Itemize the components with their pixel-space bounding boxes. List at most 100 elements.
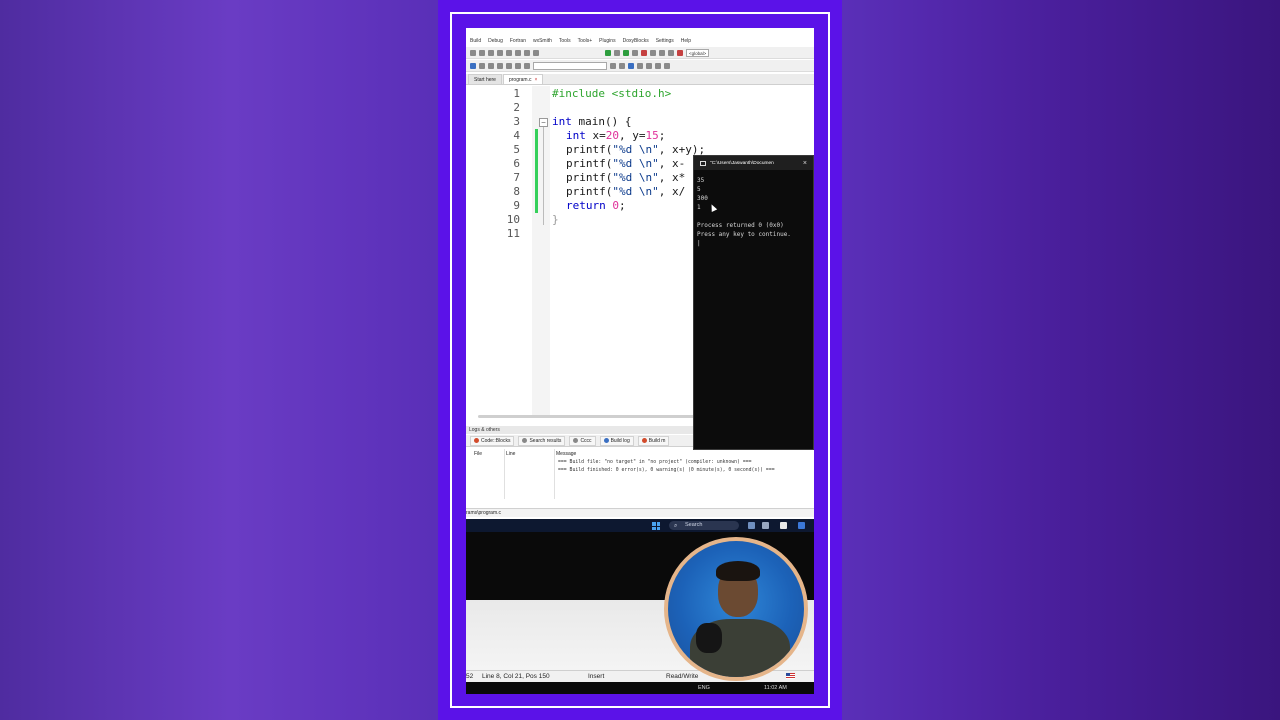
codeblocks-icon bbox=[474, 438, 479, 443]
jump-icon[interactable] bbox=[524, 62, 530, 69]
taskbar-app-icon[interactable] bbox=[798, 522, 805, 529]
uncomment-icon[interactable] bbox=[479, 62, 485, 69]
taskbar-app-icon[interactable] bbox=[748, 522, 755, 529]
tab-build-log[interactable]: Build log bbox=[599, 435, 634, 446]
hammer-icon bbox=[641, 438, 647, 443]
scope-select[interactable]: <global> bbox=[686, 48, 710, 57]
menu-tools-plus[interactable]: Tools+ bbox=[578, 38, 593, 44]
line-number: 7 bbox=[513, 171, 520, 184]
menu-help[interactable]: Help bbox=[681, 38, 691, 44]
line-number: 10 bbox=[506, 213, 520, 226]
console-titlebar[interactable]: "C:\Users\Jaswanth\Documen × bbox=[694, 156, 813, 170]
search-icon bbox=[522, 438, 528, 443]
taskbar-app-icon[interactable] bbox=[780, 522, 787, 529]
save-icon[interactable] bbox=[488, 49, 494, 56]
edit-mode: Insert bbox=[588, 673, 605, 680]
forward-icon[interactable] bbox=[619, 62, 625, 69]
code-line-8: printf("%d \n", x/ bbox=[566, 185, 686, 198]
tab-label: Code::Blocks bbox=[481, 437, 511, 444]
line-numbers: 1 2 3 4 5 6 7 8 9 10 11 bbox=[466, 86, 526, 416]
pause-icon[interactable] bbox=[668, 49, 674, 56]
cursor-icon[interactable] bbox=[646, 62, 652, 69]
build-icon[interactable] bbox=[614, 49, 620, 56]
console-output: 35 5 300 1 Process returned 0 (0x0) Pres… bbox=[697, 177, 791, 247]
comment-icon[interactable] bbox=[470, 62, 476, 69]
menu-wxsmith[interactable]: wxSmith bbox=[533, 38, 552, 44]
webcam-overlay bbox=[664, 537, 808, 681]
col-line: Line bbox=[506, 451, 516, 457]
menu-fortran[interactable]: Fortran bbox=[510, 38, 526, 44]
back-icon[interactable] bbox=[610, 62, 616, 69]
run-icon[interactable] bbox=[605, 49, 611, 56]
menu-bar: Build Debug Fortran wxSmith Tools Tools+… bbox=[466, 36, 814, 46]
column-divider bbox=[504, 449, 505, 499]
menu-build[interactable]: Build bbox=[470, 38, 481, 44]
bookmark-icon[interactable] bbox=[515, 62, 521, 69]
close-icon[interactable]: × bbox=[803, 160, 807, 167]
console-icon bbox=[700, 160, 706, 166]
step-icon[interactable] bbox=[659, 49, 665, 56]
function-select[interactable] bbox=[533, 61, 607, 70]
line-number: 8 bbox=[513, 185, 520, 198]
console-window[interactable]: "C:\Users\Jaswanth\Documen × 35 5 300 1 … bbox=[693, 155, 814, 450]
match-brace-icon[interactable] bbox=[506, 62, 512, 69]
copy-icon[interactable] bbox=[533, 49, 539, 56]
search-placeholder: Search bbox=[685, 522, 703, 528]
taskbar-search[interactable]: ⌕ Search bbox=[669, 521, 739, 530]
taskbar-app-icon[interactable] bbox=[762, 522, 769, 529]
tab-label: Start here bbox=[474, 77, 496, 83]
gear-icon bbox=[603, 438, 609, 443]
tab-program-c[interactable]: program.c × bbox=[502, 74, 544, 84]
menu-plugins[interactable]: Plugins bbox=[599, 38, 615, 44]
language-indicator[interactable]: ENG bbox=[698, 685, 710, 691]
windows-logo-icon[interactable] bbox=[652, 522, 660, 530]
menu-doxyblocks[interactable]: DoxyBlocks bbox=[623, 38, 649, 44]
col-message: Message bbox=[556, 451, 577, 457]
tab-codeblocks[interactable]: Code::Blocks bbox=[470, 435, 515, 446]
abort-icon[interactable] bbox=[641, 49, 647, 56]
tab-search-results[interactable]: Search results bbox=[518, 435, 566, 446]
build-messages-table: File Line Message === Build file: "no ta… bbox=[472, 449, 812, 501]
document-icon bbox=[573, 438, 579, 443]
microphone-icon bbox=[696, 623, 722, 653]
rebuild-icon[interactable] bbox=[632, 49, 638, 56]
menu-debug[interactable]: Debug bbox=[488, 38, 503, 44]
layout-icon[interactable] bbox=[655, 62, 661, 69]
line-number: 11 bbox=[506, 227, 520, 240]
change-marker bbox=[535, 129, 538, 213]
tab-build-messages[interactable]: Build m bbox=[637, 435, 670, 446]
clock[interactable]: 11:02 AM bbox=[764, 685, 787, 691]
windows-taskbar: ⌕ Search bbox=[466, 519, 814, 532]
column-divider bbox=[554, 449, 555, 499]
debug-icon[interactable] bbox=[650, 49, 656, 56]
toggle-icon[interactable] bbox=[488, 62, 494, 69]
tab-label: Build log bbox=[610, 437, 630, 444]
code-line-9: return 0; bbox=[566, 199, 626, 212]
tab-start-here[interactable]: Start here bbox=[468, 74, 502, 84]
new-file-icon[interactable] bbox=[470, 49, 476, 56]
panel-icon[interactable] bbox=[664, 62, 670, 69]
fold-toggle-icon[interactable]: − bbox=[539, 118, 548, 127]
code-line-7: printf("%d \n", x* bbox=[566, 171, 686, 184]
stop-debug-icon[interactable] bbox=[677, 49, 683, 56]
select-icon[interactable] bbox=[637, 62, 643, 69]
save-all-icon[interactable] bbox=[497, 49, 503, 56]
cursor-position: Line 8, Col 21, Pos 150 bbox=[482, 673, 550, 680]
tab-cccc[interactable]: Cccc bbox=[569, 435, 596, 446]
code-line-5: printf("%d \n", x+y); bbox=[566, 143, 706, 156]
stream-icon[interactable] bbox=[497, 62, 503, 69]
search-icon: ⌕ bbox=[674, 523, 678, 529]
col-file: File bbox=[474, 451, 483, 457]
open-icon[interactable] bbox=[479, 49, 485, 56]
menu-settings[interactable]: Settings bbox=[656, 38, 674, 44]
cut-icon[interactable] bbox=[524, 49, 530, 56]
file-path-bar: rams\program.c bbox=[466, 508, 814, 517]
tab-label: Search results bbox=[529, 437, 562, 444]
undo-icon[interactable] bbox=[506, 49, 512, 56]
menu-tools[interactable]: Tools bbox=[559, 38, 571, 44]
redo-icon[interactable] bbox=[515, 49, 521, 56]
close-icon[interactable]: × bbox=[534, 77, 537, 83]
build-run-icon[interactable] bbox=[623, 49, 629, 56]
highlight-icon[interactable] bbox=[628, 62, 634, 69]
code-line-6: printf("%d \n", x- bbox=[566, 157, 686, 170]
